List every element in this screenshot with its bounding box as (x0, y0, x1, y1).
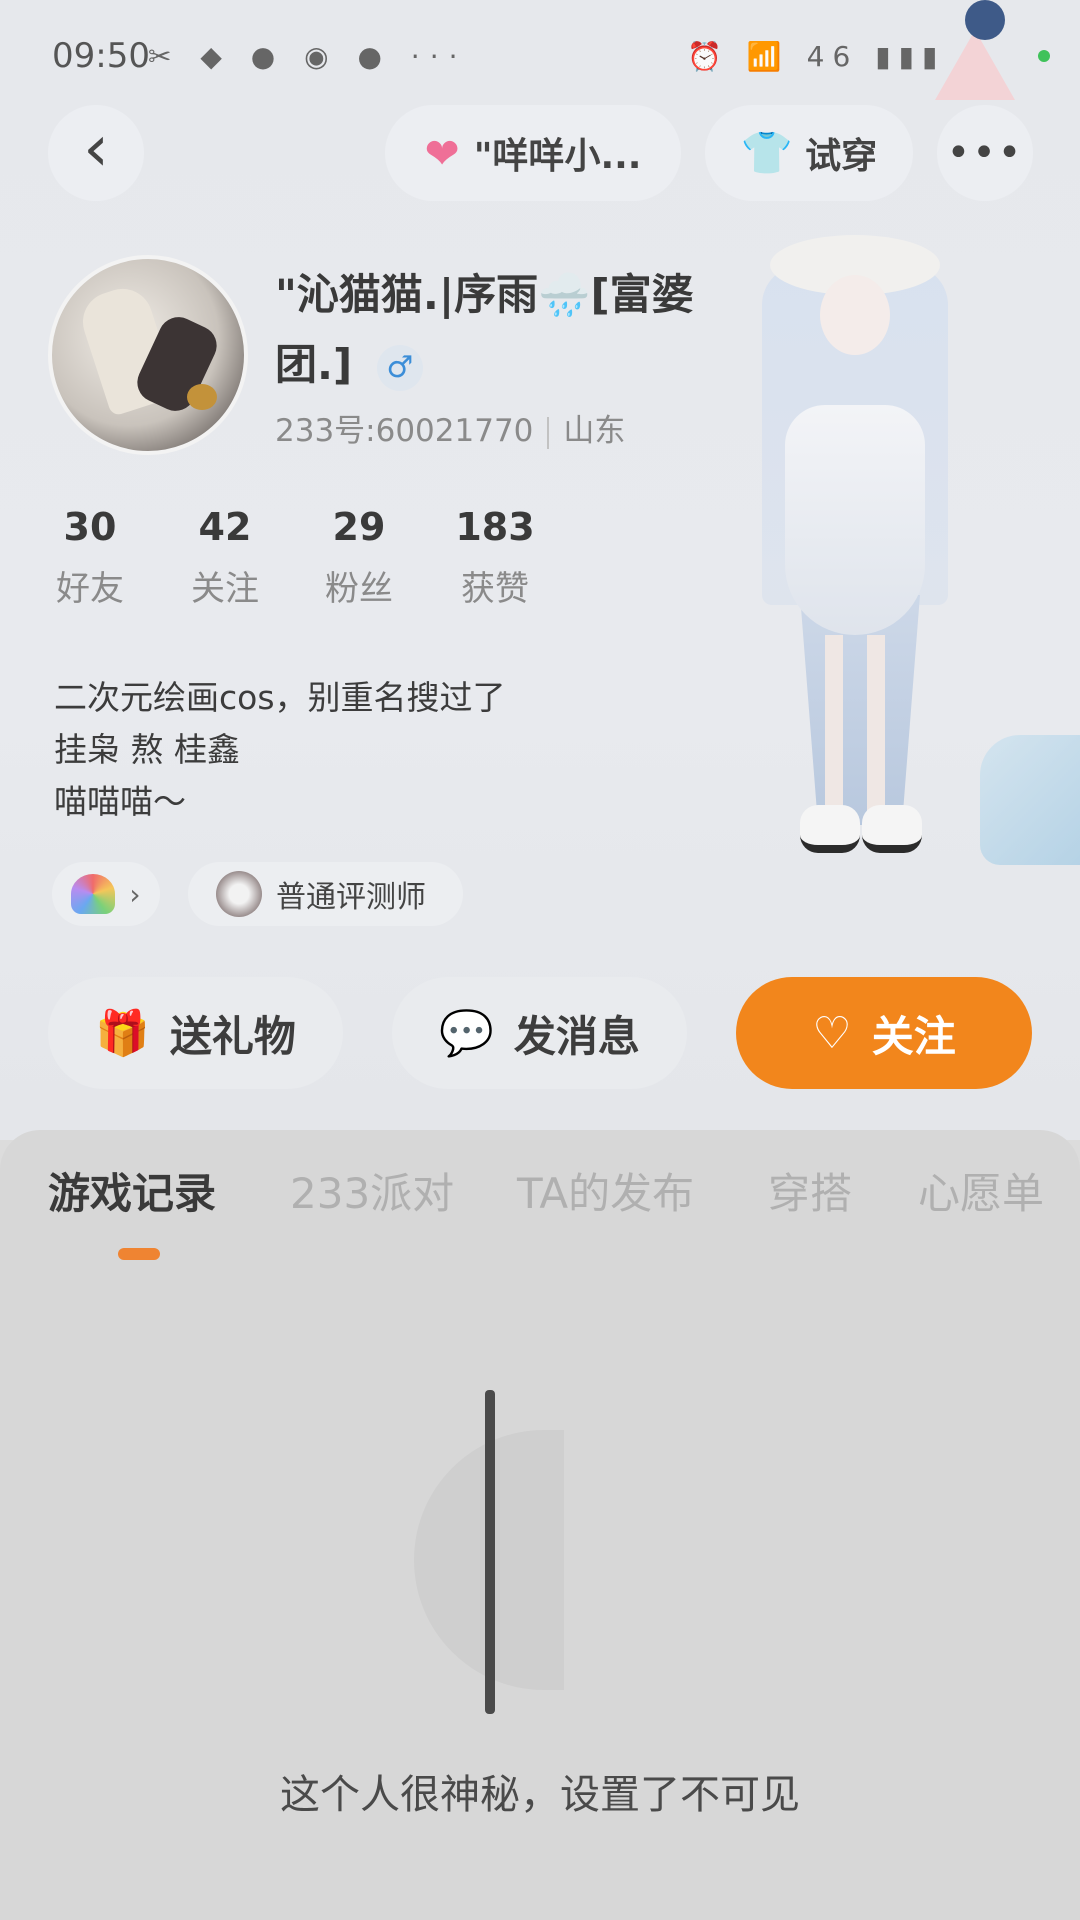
profile-name-text: "沁猫猫.|序雨🌧️[富婆团.] (275, 270, 694, 389)
stat-label: 粉丝 (325, 569, 393, 609)
evaluator-label: 普通评测师 (276, 880, 426, 915)
profile-bio: 二次元绘画cos，别重名搜过了 挂枭 熬 桂鑫 喵喵喵～ (54, 672, 506, 828)
avatar[interactable] (48, 255, 248, 455)
tab-game-records[interactable]: 游戏记录 (48, 1160, 216, 1221)
badge-collection-button[interactable]: › (52, 862, 160, 926)
stat-fans[interactable]: 29 粉丝 (294, 505, 424, 610)
active-tab-indicator (118, 1248, 160, 1260)
send-gift-label: 送礼物 (169, 1011, 296, 1061)
stat-number: 30 (63, 505, 117, 549)
bio-line: 挂枭 熬 桂鑫 (54, 730, 240, 769)
stat-label: 关注 (191, 569, 259, 609)
scene-decoration (980, 735, 1080, 865)
stat-friends[interactable]: 30 好友 (25, 505, 155, 610)
back-button[interactable]: ‹ (48, 105, 144, 201)
bio-line: 喵喵喵～ (54, 782, 186, 821)
empty-state-text: 这个人很神秘，设置了不可见 (280, 1772, 800, 1818)
friend-pill-label: "咩咩小... (473, 136, 642, 177)
tab-posts[interactable]: TA的发布 (517, 1160, 694, 1221)
follow-button[interactable]: ♡ 关注 (736, 977, 1032, 1089)
status-time: 09:50 (52, 36, 150, 76)
send-message-label: 发消息 (513, 1011, 640, 1061)
heart-plus-icon: ♡ (812, 1007, 852, 1059)
sticker-decoration (925, 0, 1025, 120)
hidden-content-illustration (410, 1390, 590, 1714)
more-icon: ••• (946, 130, 1024, 176)
gift-icon: 🎁 (95, 1008, 150, 1059)
tab-wishlist[interactable]: 心愿单 (918, 1160, 1044, 1221)
notification-icons: ✂ ◆ ● ◉ ● ··· (148, 40, 468, 73)
evaluator-badge[interactable]: 普通评测师 (188, 862, 463, 926)
profile-name: "沁猫猫.|序雨🌧️[富婆团.] ♂ (275, 260, 695, 400)
try-on-label: 试穿 (805, 136, 878, 177)
follow-label: 关注 (871, 1011, 956, 1061)
try-on-button[interactable]: 👕 试穿 (705, 105, 913, 201)
stat-number: 29 (332, 505, 386, 549)
privacy-indicator-icon (1038, 50, 1050, 62)
friend-pill-button[interactable]: ❤ "咩咩小... (385, 105, 681, 201)
stat-following[interactable]: 42 关注 (160, 505, 290, 610)
tab-outfits[interactable]: 穿搭 (768, 1160, 852, 1221)
stat-number: 42 (198, 505, 252, 549)
cat-avatar-icon (216, 871, 262, 917)
avatar-character-figure[interactable] (730, 215, 980, 855)
chat-bubble-icon: 💬 (439, 1008, 494, 1059)
send-message-button[interactable]: 💬 发消息 (392, 977, 687, 1089)
more-button[interactable]: ••• (937, 105, 1033, 201)
back-icon: ‹ (83, 112, 109, 186)
male-gender-icon: ♂ (376, 344, 423, 391)
stat-label: 获赞 (461, 569, 529, 609)
heart-icon: ❤ (424, 128, 460, 178)
user-id: 233号:60021770 (275, 413, 534, 449)
chevron-right-icon: › (129, 877, 141, 911)
bio-line: 二次元绘画cos，别重名搜过了 (54, 678, 506, 717)
send-gift-button[interactable]: 🎁 送礼物 (48, 977, 343, 1089)
tab-233-party[interactable]: 233派对 (290, 1160, 454, 1221)
status-bar: 09:50 ✂ ◆ ● ◉ ● ··· ⏰ 📶 46 ▮▮▮ ⚡ (0, 0, 1080, 110)
profile-tabs: 游戏记录 233派对 TA的发布 穿搭 心愿单 (0, 1160, 1080, 1230)
divider (547, 416, 550, 449)
profile-id-line: 233号:60021770 山东 (275, 405, 625, 450)
region: 山东 (563, 413, 626, 449)
tshirt-icon: 👕 (740, 128, 794, 177)
stat-likes[interactable]: 183 获赞 (430, 505, 560, 610)
stat-number: 183 (455, 505, 535, 549)
stat-label: 好友 (56, 569, 124, 609)
rainbow-badge-icon (71, 874, 116, 914)
